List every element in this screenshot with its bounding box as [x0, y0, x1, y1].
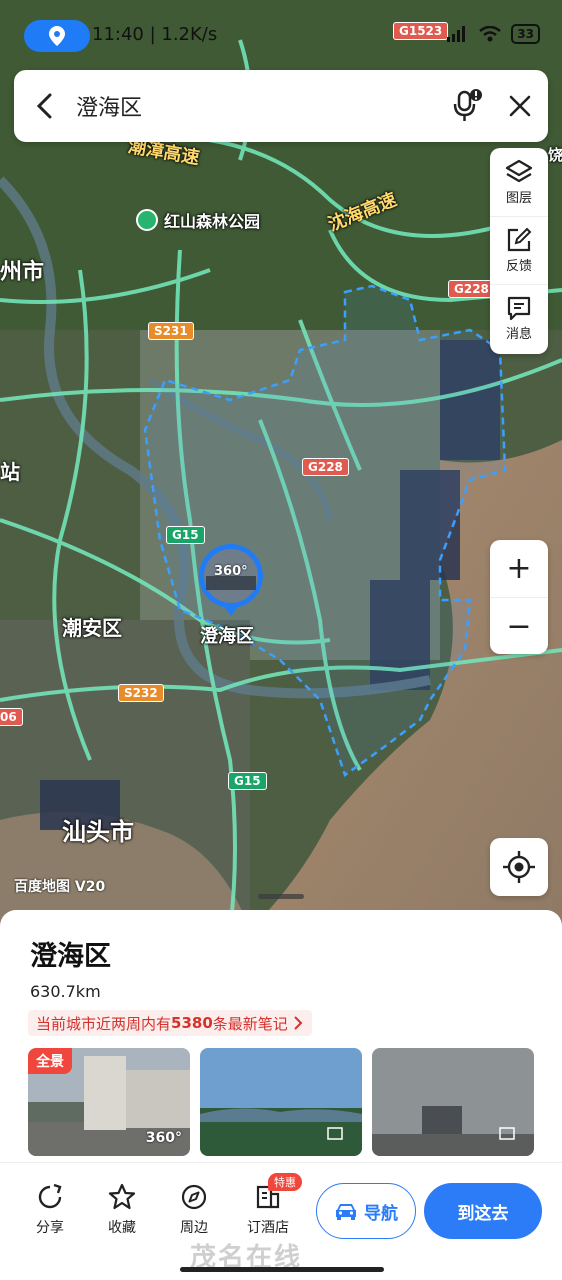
- wifi-icon: [479, 26, 502, 42]
- home-indicator[interactable]: [180, 1267, 384, 1272]
- photo-landscape[interactable]: [200, 1048, 362, 1156]
- favorite-label: 收藏: [108, 1220, 136, 1236]
- status-icons: 33: [447, 24, 540, 44]
- park-icon: [136, 209, 158, 231]
- zoom-out-button[interactable]: −: [490, 597, 548, 654]
- notes-tip-prefix: 当前城市近两周内有: [36, 1014, 172, 1033]
- edit-icon: [507, 227, 532, 252]
- status-time: 11:40 | 1.2K/s: [92, 24, 218, 45]
- compass-icon: [181, 1184, 207, 1210]
- zoom-controls: + −: [490, 540, 548, 654]
- back-button[interactable]: [14, 70, 76, 142]
- search-bar[interactable]: 澄海区: [14, 70, 548, 142]
- feedback-button[interactable]: 反馈: [490, 216, 548, 284]
- road-shield-s231: S231: [148, 322, 194, 340]
- notes-tip-suffix: 条最新笔记: [212, 1014, 288, 1033]
- car-icon: [336, 1204, 356, 1220]
- battery-indicator: 33: [511, 24, 540, 44]
- hotel-button[interactable]: 订酒店: [238, 1183, 298, 1237]
- clear-search-button[interactable]: [492, 70, 548, 142]
- location-pin-icon: [49, 26, 65, 46]
- layers-button[interactable]: 图层: [490, 148, 548, 216]
- map-watermark: 百度地图 V20: [14, 879, 106, 895]
- signal-icon: [447, 26, 466, 42]
- crosshair-icon: [503, 851, 535, 883]
- message-icon: [507, 296, 531, 321]
- voice-search-button[interactable]: [442, 70, 492, 142]
- park-label: 红山森林公园: [164, 212, 261, 231]
- hotel-label: 订酒店: [247, 1220, 289, 1236]
- notes-tip-link[interactable]: 当前城市近两周内有 5380 条最新笔记: [28, 1010, 312, 1036]
- panorama-pin-icon: [198, 544, 263, 616]
- feedback-label: 反馈: [505, 259, 532, 274]
- city-label-shantou: 汕头市: [62, 818, 134, 846]
- star-icon: [108, 1183, 136, 1210]
- edge-label-right: 饶: [548, 146, 562, 164]
- landscape-photo-image: [200, 1048, 362, 1156]
- messages-label: 消息: [505, 327, 532, 342]
- search-input[interactable]: 澄海区: [76, 90, 442, 122]
- nearby-label: 周边: [180, 1220, 208, 1236]
- panorama-marker[interactable]: 360°: [196, 542, 266, 618]
- action-bar: 分享 收藏 周边 订酒店 特惠 导航 到这去 茂名在线: [0, 1162, 562, 1280]
- status-bar: 11:40 | 1.2K/s 33: [0, 18, 562, 54]
- microphone-icon: [453, 89, 482, 121]
- panorama-360-label: 360°: [214, 564, 248, 579]
- place-distance: 630.7km: [30, 982, 101, 1001]
- favorite-button[interactable]: 收藏: [92, 1183, 152, 1237]
- deal-badge: 特惠: [268, 1173, 302, 1191]
- my-location-button[interactable]: [490, 838, 548, 896]
- photo-building[interactable]: [372, 1048, 534, 1156]
- map-tools-panel: 图层 反馈 消息: [490, 148, 548, 354]
- station-label: 站: [0, 460, 20, 484]
- district-label-chenghai: 澄海区: [200, 626, 254, 647]
- share-button[interactable]: 分享: [20, 1183, 80, 1237]
- layers-label: 图层: [505, 190, 532, 206]
- notes-tip-count: 5380: [171, 1014, 213, 1032]
- road-shield-s232: S232: [118, 684, 164, 702]
- go-there-button[interactable]: 到这去: [424, 1183, 542, 1239]
- photo-gallery: 全景 360°: [28, 1048, 536, 1156]
- road-shield-g15-b: G15: [228, 772, 267, 790]
- panorama-360-badge: 360°: [145, 1130, 182, 1146]
- share-label: 分享: [36, 1220, 64, 1236]
- nearby-button[interactable]: 周边: [164, 1183, 224, 1237]
- building-photo-image: [372, 1048, 534, 1156]
- sheet-drag-handle[interactable]: [258, 894, 304, 899]
- close-icon: [509, 95, 531, 117]
- location-active-pill: [24, 20, 90, 52]
- zoom-in-button[interactable]: +: [490, 540, 548, 597]
- road-shield-edge: 06: [0, 708, 23, 726]
- panorama-tag: 全景: [28, 1048, 72, 1074]
- road-shield-g228-top: G228: [448, 280, 495, 298]
- chevron-right-icon: [294, 1016, 303, 1030]
- share-icon: [38, 1183, 62, 1209]
- navigate-button[interactable]: 导航: [316, 1183, 416, 1239]
- layers-icon: [505, 159, 533, 182]
- place-title: 澄海区: [30, 941, 111, 972]
- chevron-left-icon: [36, 93, 52, 119]
- park-poi[interactable]: 红山森林公园: [136, 208, 260, 232]
- messages-button[interactable]: 消息: [490, 284, 548, 352]
- district-label-chaoan: 潮安区: [62, 616, 122, 640]
- road-shield-g228-mid: G228: [302, 458, 349, 476]
- photo-panorama[interactable]: 全景 360°: [28, 1048, 190, 1156]
- city-label-left: 州市: [0, 260, 45, 285]
- navigate-label: 导航: [364, 1203, 398, 1224]
